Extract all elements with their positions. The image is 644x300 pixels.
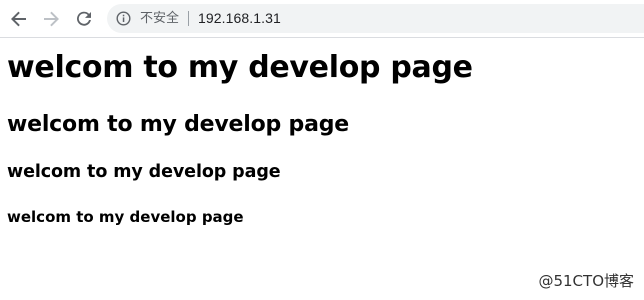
- url-text[interactable]: 192.168.1.31: [198, 9, 281, 27]
- security-status-label[interactable]: 不安全: [140, 10, 179, 27]
- omnibox-separator: [188, 11, 189, 26]
- heading-level-4: welcom to my develop page: [7, 208, 244, 226]
- address-bar[interactable]: 不安全 192.168.1.31: [107, 4, 644, 33]
- arrow-left-icon: [10, 10, 28, 28]
- watermark: @51CTO博客: [538, 272, 634, 290]
- heading-level-1: welcom to my develop page: [7, 50, 473, 85]
- reload-button[interactable]: [73, 8, 95, 30]
- browser-toolbar: 不安全 192.168.1.31: [0, 0, 644, 38]
- back-button[interactable]: [8, 8, 30, 30]
- arrow-right-icon: [42, 10, 60, 28]
- forward-button[interactable]: [40, 8, 62, 30]
- reload-icon: [75, 10, 93, 28]
- info-circle-icon[interactable]: [116, 11, 131, 26]
- heading-level-2: welcom to my develop page: [7, 112, 349, 137]
- page-content: welcom to my develop page welcom to my d…: [0, 38, 644, 300]
- heading-level-3: welcom to my develop page: [7, 162, 281, 182]
